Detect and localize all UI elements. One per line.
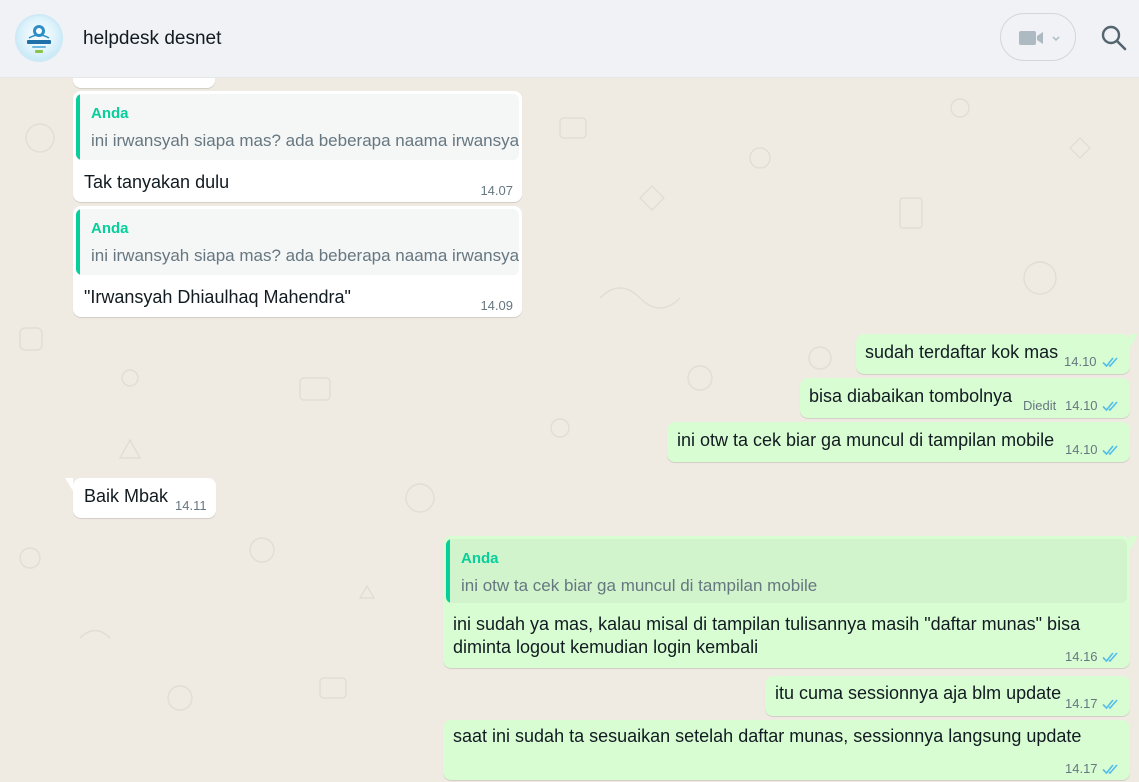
double-check-icon <box>1102 357 1118 368</box>
avatar[interactable] <box>15 14 63 62</box>
video-call-button[interactable] <box>1000 13 1076 61</box>
message-bubble-outgoing[interactable]: itu cuma sessionnya aja blm update 14.17 <box>765 676 1130 716</box>
message-time: 14.11 <box>175 498 207 513</box>
message-text: Tak tanyakan dulu <box>84 172 230 192</box>
message-time: 14.16 <box>1065 649 1098 664</box>
quoted-message[interactable]: Anda ini irwansyah siapa mas? ada bebera… <box>76 94 519 160</box>
quote-author: Anda <box>461 550 499 567</box>
message-time: 14.09 <box>480 298 513 313</box>
message-bubble-outgoing[interactable]: saat ini sudah ta sesuaikan setelah daft… <box>443 720 1130 780</box>
message-text: "Irwansyah Dhiaulhaq Mahendra" <box>84 287 351 307</box>
message-text: bisa diabaikan tombolnya <box>809 386 1013 406</box>
search-button[interactable] <box>1100 24 1128 52</box>
message-text: Baik Mbak <box>84 486 169 506</box>
quote-accent-bar <box>446 539 450 603</box>
quote-accent-bar <box>76 209 80 275</box>
double-check-icon <box>1102 764 1118 775</box>
double-check-icon <box>1102 652 1118 663</box>
message-bubble-outgoing[interactable]: Anda ini otw ta cek biar ga muncul di ta… <box>443 536 1138 668</box>
message-text: itu cuma sessionnya aja blm update <box>775 683 1062 703</box>
bubble-tail <box>65 478 73 491</box>
message-bubble-incoming[interactable]: Anda ini irwansyah siapa mas? ada bebera… <box>73 206 522 317</box>
quote-author: Anda <box>91 220 129 237</box>
message-bubble-outgoing[interactable]: sudah terdaftar kok mas 14.10 <box>856 334 1138 374</box>
message-time: 14.10 <box>1065 398 1098 413</box>
quoted-message[interactable]: Anda ini irwansyah siapa mas? ada bebera… <box>76 209 519 275</box>
quote-text: ini otw ta cek biar ga muncul di tampila… <box>461 576 818 595</box>
message-text-line-2: diminta logout kemudian login kembali <box>453 637 759 657</box>
edited-label: Diedit <box>1023 398 1057 413</box>
message-text: sudah terdaftar kok mas <box>865 342 1059 362</box>
message-text: ini otw ta cek biar ga muncul di tampila… <box>677 430 1055 450</box>
quote-accent-bar <box>76 94 80 160</box>
video-camera-icon <box>1019 31 1060 45</box>
bubble-tail <box>1130 334 1138 347</box>
message-bubble-partial[interactable] <box>73 78 215 88</box>
double-check-icon <box>1102 699 1118 710</box>
message-time: 14.10 <box>1065 442 1098 457</box>
quote-author: Anda <box>91 105 129 122</box>
chat-header: helpdesk desnet <box>0 0 1139 78</box>
helpdesk-logo-icon <box>27 25 51 53</box>
message-time: 14.17 <box>1065 761 1098 776</box>
search-icon <box>1101 25 1127 51</box>
contact-name[interactable]: helpdesk desnet <box>83 27 221 51</box>
double-check-icon <box>1102 401 1118 412</box>
message-time: 14.10 <box>1064 354 1097 369</box>
message-bubble-incoming[interactable]: Baik Mbak 14.11 <box>65 478 216 518</box>
whatsapp-chat-window: helpdesk desnet Anda ini irwansyah siapa… <box>0 0 1139 782</box>
quote-text: ini irwansyah siapa mas? ada beberapa na… <box>91 246 519 265</box>
quote-text: ini irwansyah siapa mas? ada beberapa na… <box>91 131 519 150</box>
message-bubble-incoming[interactable]: Anda ini irwansyah siapa mas? ada bebera… <box>73 91 522 202</box>
message-time: 14.07 <box>480 183 513 198</box>
bubble-tail <box>1130 536 1138 549</box>
message-time: 14.17 <box>1065 696 1098 711</box>
double-check-icon <box>1102 445 1118 456</box>
message-text-line-1: ini sudah ya mas, kalau misal di tampila… <box>453 614 1081 634</box>
message-text: saat ini sudah ta sesuaikan setelah daft… <box>453 726 1082 746</box>
chevron-down-icon <box>1052 36 1060 42</box>
quoted-message[interactable]: Anda ini otw ta cek biar ga muncul di ta… <box>446 539 1127 603</box>
message-list[interactable]: Anda ini irwansyah siapa mas? ada bebera… <box>0 78 1139 782</box>
message-bubble-outgoing[interactable]: ini otw ta cek biar ga muncul di tampila… <box>667 422 1130 462</box>
message-bubble-outgoing[interactable]: bisa diabaikan tombolnya Diedit 14.10 <box>800 378 1130 418</box>
